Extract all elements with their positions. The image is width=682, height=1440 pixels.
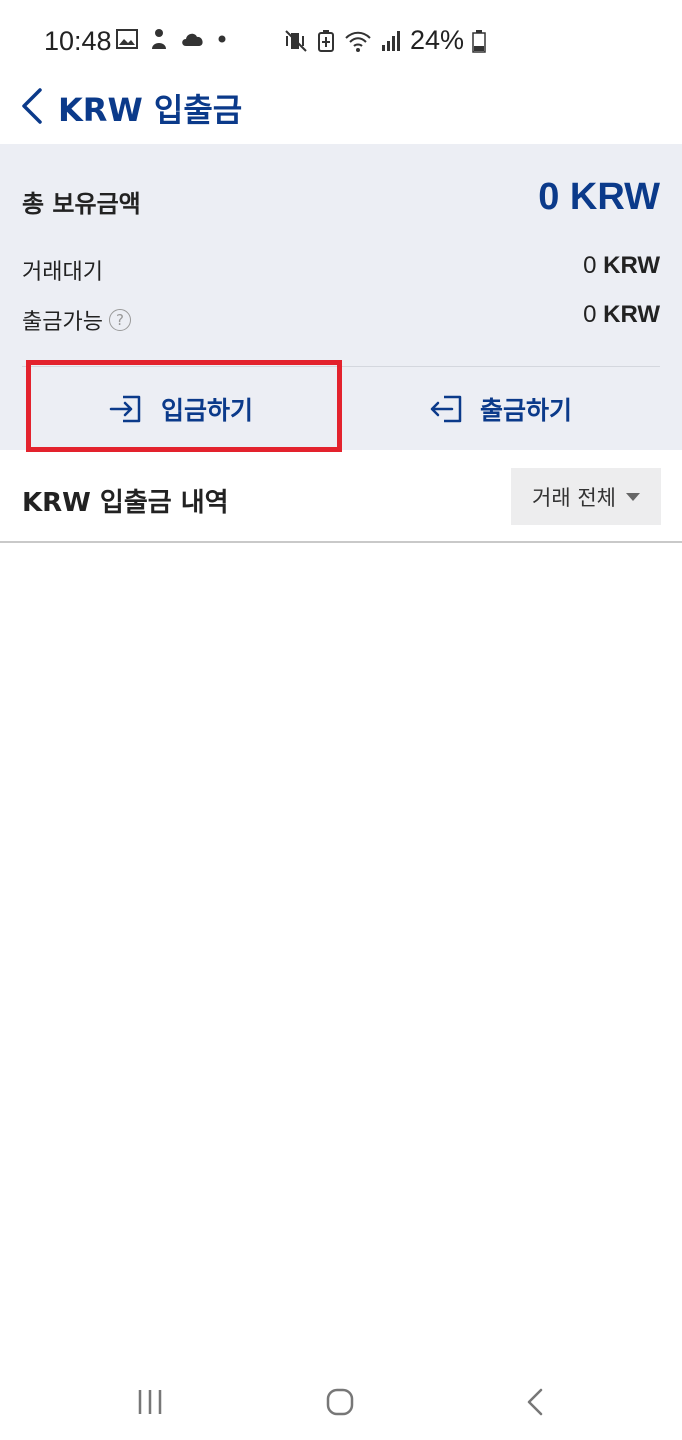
withdraw-icon [430, 395, 462, 423]
deposit-label: 입금하기 [160, 396, 253, 425]
gallery-icon [116, 29, 138, 49]
total-holdings-value: 0 KRW [538, 176, 660, 218]
dot-icon [218, 35, 226, 43]
total-holdings-label: 총 보유금액 [22, 190, 141, 218]
status-bar: 10:48 24% [0, 0, 682, 80]
app-header: KRW 입출금 [0, 80, 682, 144]
pending-label: 거래대기 [22, 260, 103, 285]
recent-apps-icon [138, 1390, 162, 1414]
balance-summary: 총 보유금액 0 KRW 거래대기 0 KRW 출금가능 ? 0 KRW 입금하… [0, 144, 682, 452]
recent-apps-button[interactable] [130, 1382, 170, 1422]
available-unit: KRW [603, 301, 660, 328]
history-divider [0, 541, 682, 543]
transaction-filter-dropdown[interactable]: 거래 전체 [511, 468, 661, 525]
available-withdraw-row: 출금가능 ? [22, 304, 131, 336]
status-right-icons: 24% [284, 25, 486, 56]
withdraw-label: 출금하기 [479, 396, 572, 425]
available-amount: 0 [583, 301, 597, 328]
status-left-icons [116, 27, 228, 51]
wifi-icon [345, 31, 371, 52]
history-header: KRW 입출금 내역 거래 전체 [0, 450, 682, 542]
pending-value: 0 KRW [583, 252, 660, 280]
system-nav-bar [0, 1360, 682, 1440]
available-value: 0 KRW [583, 301, 660, 329]
signal-icon [382, 30, 400, 51]
deposit-icon [109, 395, 141, 423]
summary-divider [22, 366, 660, 367]
battery-percentage: 24% [410, 25, 465, 55]
system-back-button[interactable] [515, 1382, 555, 1422]
deposit-button[interactable]: 입금하기 [22, 374, 340, 444]
pending-unit: KRW [603, 252, 660, 279]
back-arrow-icon[interactable] [18, 86, 46, 126]
vibrate-mute-icon [285, 29, 307, 52]
page-title: KRW 입출금 [58, 91, 243, 129]
cloud-icon [182, 33, 203, 46]
pending-amount: 0 [583, 252, 597, 279]
notification-icon [152, 29, 166, 49]
available-label: 출금가능 [22, 310, 103, 335]
filter-value: 거래 전체 [532, 485, 616, 510]
status-time: 10:48 [44, 26, 112, 56]
home-icon [326, 1388, 354, 1416]
help-icon[interactable]: ? [108, 309, 131, 331]
withdraw-button[interactable]: 출금하기 [340, 374, 660, 444]
home-button[interactable] [320, 1382, 360, 1422]
back-icon [527, 1388, 543, 1416]
battery-icon [472, 29, 486, 53]
battery-saver-icon [318, 29, 334, 52]
history-title: KRW 입출금 내역 [22, 488, 229, 518]
caret-down-icon [625, 492, 640, 501]
